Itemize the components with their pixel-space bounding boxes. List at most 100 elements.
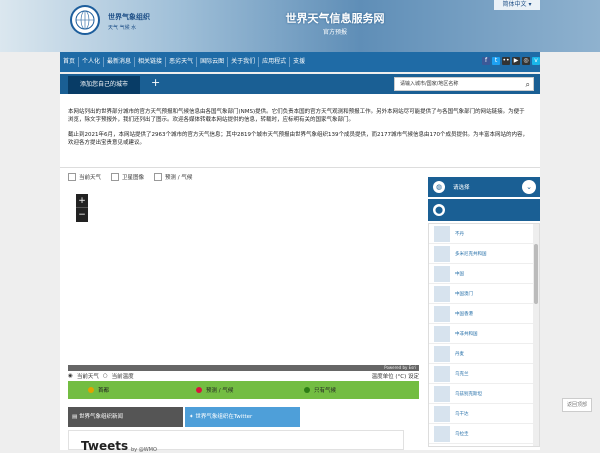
flag-icon: [434, 405, 450, 422]
add-city-tab[interactable]: 添加您自己的城市: [68, 76, 140, 94]
intro-paragraph-1: 本网站列出的世界部分城市的官方天气预报和气候信息由各国气象部门(NMS)提供。它…: [68, 109, 525, 123]
climate-dot-icon: [304, 387, 310, 393]
add-city-plus-button[interactable]: +: [151, 76, 160, 90]
tab-wmo-news[interactable]: ▤ 世界气象组织新闻: [68, 407, 183, 427]
flag-icon: [434, 365, 450, 382]
instagram-icon[interactable]: ◎: [522, 57, 530, 65]
nav-support[interactable]: 支援: [290, 57, 308, 67]
flag-icon: [434, 245, 450, 262]
scrollbar-thumb[interactable]: [534, 244, 538, 304]
feed-tabs: ▤ 世界气象组织新闻 ✦ 世界气象组织在Twitter: [68, 407, 300, 427]
search-icon[interactable]: ⌕: [526, 79, 530, 91]
list-item[interactable]: 中国澳门: [429, 284, 539, 304]
youtube-icon[interactable]: ▶: [512, 57, 520, 65]
list-item[interactable]: 中非共和国: [429, 324, 539, 344]
legend-capital: 首都: [88, 386, 176, 394]
list-item[interactable]: 不丹: [429, 224, 539, 244]
site-title: 世界天气信息服务网: [285, 12, 385, 25]
back-to-top-button[interactable]: 返回顶部: [562, 398, 592, 412]
twitter-icon[interactable]: t: [492, 57, 500, 65]
forecast-dot-icon: [196, 387, 202, 393]
sidebar-scrollbar[interactable]: [533, 224, 539, 446]
checkbox[interactable]: [154, 173, 163, 181]
zoom-out-button[interactable]: −: [76, 208, 88, 222]
vimeo-icon[interactable]: v: [532, 57, 540, 65]
map-zoom-control: + −: [76, 194, 88, 222]
org-tagline: 天气 气候 水: [108, 25, 137, 31]
list-item[interactable]: 丹麦: [429, 344, 539, 364]
country-select-label: 请选择: [453, 185, 470, 191]
intro-text: 本网站列出的世界部分城市的官方天气预报和气候信息由各国气象部门(NMS)提供。它…: [68, 108, 530, 154]
nav-severe-weather[interactable]: 恶劣天气: [166, 57, 198, 67]
list-item[interactable]: 乌干达: [429, 404, 539, 424]
legend-forecast: 预测 / 气候: [196, 386, 284, 394]
tab-wmo-twitter[interactable]: ✦ 世界气象组织在Twitter: [185, 407, 300, 427]
main-nav: 首页 个人化 最新消息 相关链接 恶劣天气 国际云图 关于我们 应用程式 支援 …: [60, 52, 540, 72]
flag-icon: [434, 325, 450, 342]
check-forecast-climate[interactable]: 预测 / 气候: [154, 173, 192, 181]
nav-links[interactable]: 相关链接: [135, 57, 167, 67]
nav-personalize[interactable]: 个人化: [79, 57, 105, 67]
radio-current-temp-label: 当前温度: [111, 374, 134, 380]
nav-home[interactable]: 首页: [60, 57, 80, 67]
tweets-title: Tweets: [81, 439, 129, 453]
capital-dot-icon: [88, 387, 94, 393]
map-attribution[interactable]: Powered by Esri: [68, 365, 419, 371]
flag-icon: [434, 385, 450, 402]
map-mode-radios: ◉ 当前天气 ○ 当前温度 温度单位 (°C) 设定: [68, 372, 419, 380]
tweets-by-link[interactable]: by @WMO: [131, 447, 157, 453]
radio-current-weather-label: 当前天气: [76, 374, 99, 380]
twitter-bird-icon: ✦: [189, 414, 194, 420]
divider: [60, 167, 540, 168]
radio-current-temp[interactable]: ○: [103, 373, 108, 379]
radio-current-weather[interactable]: ◉: [68, 373, 73, 379]
city-search-placeholder: 请输入城市/国家/地区名称: [400, 81, 459, 87]
nav-about[interactable]: 关于我们: [228, 57, 260, 67]
city-search-input[interactable]: 请输入城市/国家/地区名称 ⌕: [394, 77, 534, 91]
nav-news[interactable]: 最新消息: [104, 57, 136, 67]
location-pin-icon[interactable]: ⬤: [433, 204, 445, 216]
list-item[interactable]: 中国香港: [429, 304, 539, 324]
flag-icon: [434, 285, 450, 302]
flag-icon: [434, 305, 450, 322]
facebook-icon[interactable]: f: [482, 57, 490, 65]
flag-icon: [434, 445, 450, 446]
list-item[interactable]: 乌克兰: [429, 364, 539, 384]
tweets-widget: Tweets by @WMO: [68, 430, 404, 453]
temperature-units-setting[interactable]: 温度单位 (°C) 设定: [372, 372, 419, 380]
nav-apps[interactable]: 应用程式: [259, 57, 291, 67]
flag-icon: [434, 225, 450, 242]
map-legend: 首都 预测 / 气候 只有气候: [68, 381, 419, 399]
language-selector[interactable]: 简体中文 ▾: [494, 0, 540, 10]
country-select[interactable]: ◍ 请选择 ⌄: [428, 177, 540, 197]
site-header: 世界气象组织 天气 气候 水 世界天气信息服务网 官方预报 简体中文 ▾: [0, 0, 600, 52]
list-item[interactable]: 乌兹别克斯坦: [429, 384, 539, 404]
country-sidebar: ◍ 请选择 ⌄ ⬤ 不丹 多米尼克共和国 中国 中国澳门 中国香港 中非共和国 …: [428, 177, 540, 450]
check-satellite[interactable]: 卫星图像: [111, 173, 144, 181]
world-map[interactable]: [68, 188, 419, 365]
check-current-weather[interactable]: 当前天气: [68, 173, 101, 181]
nav-cloud-images[interactable]: 国际云图: [197, 57, 229, 67]
checkbox[interactable]: [111, 173, 120, 181]
list-item[interactable]: 多米尼克共和国: [429, 244, 539, 264]
map-layer-checks: 当前天气 卫星图像 预测 / 气候: [68, 173, 192, 181]
flag-icon: [434, 345, 450, 362]
flag-icon: [434, 265, 450, 282]
legend-climate: 只有气候: [304, 386, 392, 394]
city-toolbar: 添加您自己的城市 + 请输入城市/国家/地区名称 ⌕: [60, 74, 540, 94]
intro-paragraph-2: 截止到2021年6月，本网站提供了2963个城市的官方天气信息；其中2819个城…: [68, 132, 528, 146]
chevron-down-icon[interactable]: ⌄: [522, 180, 536, 194]
flag-icon: [434, 425, 450, 442]
zoom-in-button[interactable]: +: [76, 194, 88, 208]
wmo-logo[interactable]: [70, 5, 100, 35]
globe-icon: ◍: [433, 181, 445, 193]
social-links: f t •• ▶ ◎ v: [482, 57, 540, 65]
flickr-icon[interactable]: ••: [502, 57, 510, 65]
list-item[interactable]: 乌拉圭: [429, 424, 539, 444]
country-list[interactable]: 不丹 多米尼克共和国 中国 中国澳门 中国香港 中非共和国 丹麦 乌克兰 乌兹别…: [428, 223, 540, 447]
list-item[interactable]: 乍得: [429, 444, 539, 446]
sidebar-filter: ⬤: [428, 199, 540, 221]
rss-icon: ▤: [72, 414, 78, 420]
list-item[interactable]: 中国: [429, 264, 539, 284]
checkbox[interactable]: [68, 173, 76, 181]
